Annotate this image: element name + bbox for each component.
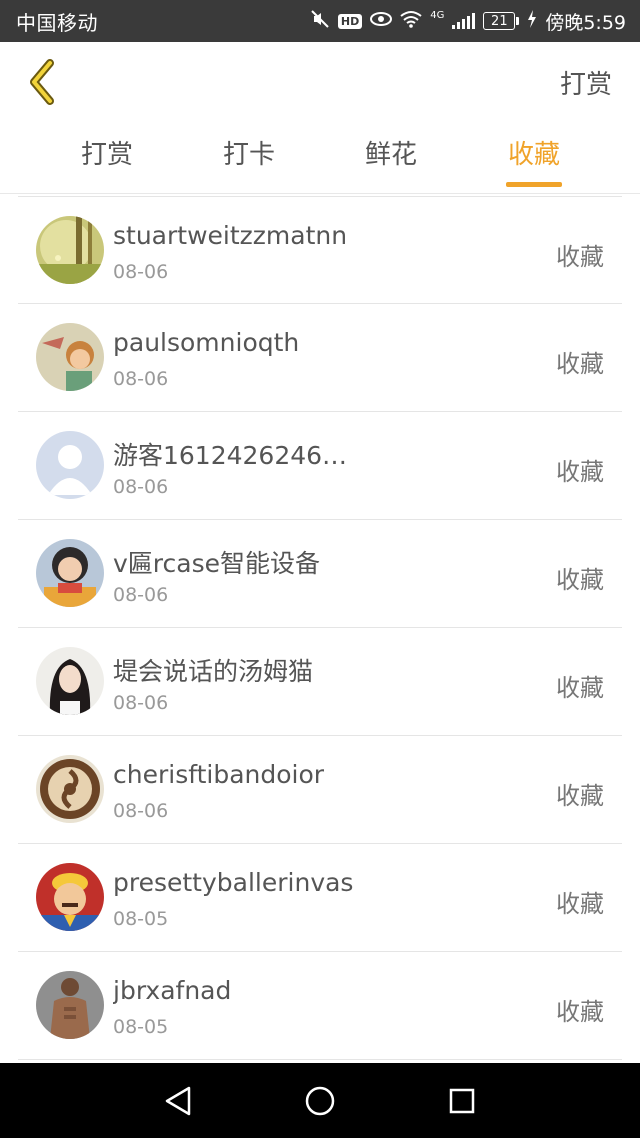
square-recents-icon xyxy=(449,1088,475,1114)
list-item[interactable]: jbrxafnad 08-05 收藏 xyxy=(18,952,622,1060)
back-button[interactable] xyxy=(20,58,64,106)
forest-avatar xyxy=(36,216,104,284)
item-date: 08-06 xyxy=(113,584,169,606)
navigation-bar xyxy=(0,1063,640,1138)
tab-flowers[interactable]: 鲜花 xyxy=(346,134,436,171)
item-date: 08-06 xyxy=(113,261,169,283)
user-name: 游客1612426246… xyxy=(113,441,348,470)
charging-icon xyxy=(527,9,537,33)
tab-active-indicator xyxy=(506,182,562,187)
list-item[interactable]: paulsomnioqth 08-06 收藏 xyxy=(18,304,622,412)
item-date: 08-05 xyxy=(113,1016,169,1038)
list-item[interactable]: cherisftibandoior 08-06 收藏 xyxy=(18,736,622,844)
girl-avatar xyxy=(36,539,104,607)
nav-back-button[interactable] xyxy=(158,1081,198,1121)
favorites-list: stuartweitzzmatnn 08-06 收藏 paulsomnioqth… xyxy=(18,196,622,1060)
user-name: v匾rcase智能设备 xyxy=(113,549,320,578)
item-date: 08-05 xyxy=(113,908,169,930)
chevron-left-icon xyxy=(30,59,54,105)
woman-avatar xyxy=(36,647,104,715)
nav-home-button[interactable] xyxy=(300,1081,340,1121)
circle-home-icon xyxy=(305,1086,335,1116)
list-item[interactable]: v匾rcase智能设备 08-06 收藏 xyxy=(18,520,622,628)
list-item[interactable]: 堤会说话的汤姆猫 08-06 收藏 xyxy=(18,628,622,736)
item-action-label: 收藏 xyxy=(556,998,604,1026)
status-icons: HD 4G 21 傍晚5:59 xyxy=(310,8,626,35)
eye-icon xyxy=(370,10,393,32)
clock: 傍晚5:59 xyxy=(545,11,626,34)
item-action-label: 收藏 xyxy=(556,243,604,271)
hd-badge: HD xyxy=(337,13,363,29)
battery-level: 21 xyxy=(483,12,516,30)
user-name: presettyballerinvas xyxy=(113,868,354,897)
carrier-name: 中国移动 xyxy=(16,10,98,35)
item-action-label: 收藏 xyxy=(556,890,604,918)
item-date: 08-06 xyxy=(113,800,169,822)
item-date: 08-06 xyxy=(113,368,169,390)
item-action-label: 收藏 xyxy=(556,458,604,486)
status-bar: 中国移动 HD 4G 21 傍晚5:59 xyxy=(0,0,640,42)
header-reward-button[interactable]: 打赏 xyxy=(560,64,612,101)
tab-favorites[interactable]: 收藏 xyxy=(489,134,579,171)
tab-checkin[interactable]: 打卡 xyxy=(204,134,294,171)
battery-icon: 21 xyxy=(483,12,520,30)
signal-icon xyxy=(452,13,476,29)
user-name: 堤会说话的汤姆猫 xyxy=(113,657,314,686)
user-name: stuartweitzzmatnn xyxy=(113,221,348,250)
item-action-label: 收藏 xyxy=(556,674,604,702)
cartoon-avatar xyxy=(36,323,104,391)
wifi-icon xyxy=(400,10,422,33)
tab-reward[interactable]: 打赏 xyxy=(62,134,152,171)
list-item[interactable]: stuartweitzzmatnn 08-06 收藏 xyxy=(18,196,622,304)
tab-bar: 打赏 打卡 鲜花 收藏 xyxy=(0,124,640,194)
latte-avatar xyxy=(36,755,104,823)
nav-recents-button[interactable] xyxy=(442,1081,482,1121)
list-item[interactable]: presettyballerinvas 08-05 收藏 xyxy=(18,844,622,952)
cartoon-man-avatar xyxy=(36,863,104,931)
list-item[interactable]: 游客1612426246… 08-06 收藏 xyxy=(18,412,622,520)
item-action-label: 收藏 xyxy=(556,782,604,810)
network-type: 4G xyxy=(430,9,445,21)
mute-icon xyxy=(310,9,330,34)
user-name: cherisftibandoior xyxy=(113,760,325,789)
item-date: 08-06 xyxy=(113,476,169,498)
item-action-label: 收藏 xyxy=(556,566,604,594)
triangle-back-icon xyxy=(165,1086,191,1116)
item-action-label: 收藏 xyxy=(556,350,604,378)
item-date: 08-06 xyxy=(113,692,169,714)
user-name: jbrxafnad xyxy=(113,976,232,1005)
default-avatar xyxy=(36,431,104,499)
user-name: paulsomnioqth xyxy=(113,328,300,357)
header: 打赏 xyxy=(0,42,640,124)
athlete-avatar xyxy=(36,971,104,1039)
